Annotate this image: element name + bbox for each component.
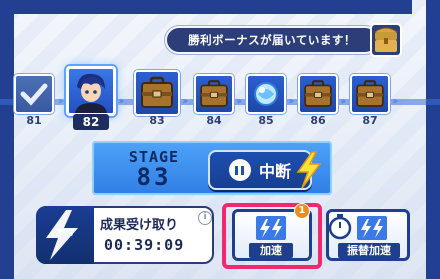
stage-label-85: 85 [258, 114, 274, 127]
stage-number: 83 [136, 163, 172, 191]
crystal-orb-icon [254, 82, 278, 106]
stage-node-82[interactable] [66, 66, 116, 116]
track-arrows: ››› [288, 96, 295, 107]
briefcase-icon [200, 80, 228, 107]
info-icon[interactable]: i [198, 211, 212, 225]
stage-label-87: 87 [362, 114, 378, 127]
win-bonus-banner[interactable]: 勝利ボーナスが届いています！ [165, 22, 403, 58]
stage-label-81: 81 [26, 114, 42, 127]
briefcase-icon [356, 80, 384, 107]
result-receive-button[interactable]: 3% 成果受け取り 00:39:09 [36, 206, 214, 264]
win-bonus-pill[interactable]: 勝利ボーナスが届いています！ [165, 26, 379, 54]
stage-label-82: 82 [73, 114, 109, 130]
lightning-bolt-icon [296, 151, 322, 189]
pause-icon [228, 159, 251, 181]
track-arrows: ››› [182, 96, 189, 107]
stage-node-87[interactable] [350, 74, 390, 114]
player-avatar [75, 73, 107, 113]
stage-node-81[interactable] [14, 74, 54, 114]
track-arrows: ››› [236, 96, 243, 107]
track-arrows: ››› [118, 96, 125, 107]
stage-label-83: 83 [149, 114, 165, 127]
clock-speed-icon [357, 216, 387, 240]
stage-label-86: 86 [310, 114, 326, 127]
result-progress-box: 3% [36, 206, 94, 264]
result-title: 成果受け取り [100, 218, 179, 233]
result-percent: 3% [56, 228, 73, 239]
accelerate-label: 加速 [249, 243, 293, 258]
check-icon [20, 83, 48, 106]
pause-label: 中断 [258, 162, 291, 181]
stage-node-84[interactable] [194, 74, 234, 114]
stage-node-85[interactable] [246, 74, 286, 114]
accelerate-count-badge: 1 [294, 203, 310, 219]
stage-label-84: 84 [206, 114, 222, 127]
treasure-chest-icon[interactable] [369, 22, 403, 58]
briefcase-icon [304, 80, 332, 107]
track-arrows: ››› [58, 96, 65, 107]
speed-up-icon [256, 216, 286, 240]
track-arrows: ››› [340, 96, 347, 107]
top-frame [0, 0, 412, 14]
transfer-accelerate-label: 振替加速 [338, 243, 400, 258]
track-arrows: ››› [392, 96, 399, 107]
briefcase-icon [141, 76, 173, 108]
win-bonus-text: 勝利ボーナスが届いています！ [188, 33, 356, 47]
stage-node-83[interactable] [134, 70, 180, 116]
stage-node-86[interactable] [298, 74, 338, 114]
result-timer: 00:39:09 [104, 236, 185, 254]
